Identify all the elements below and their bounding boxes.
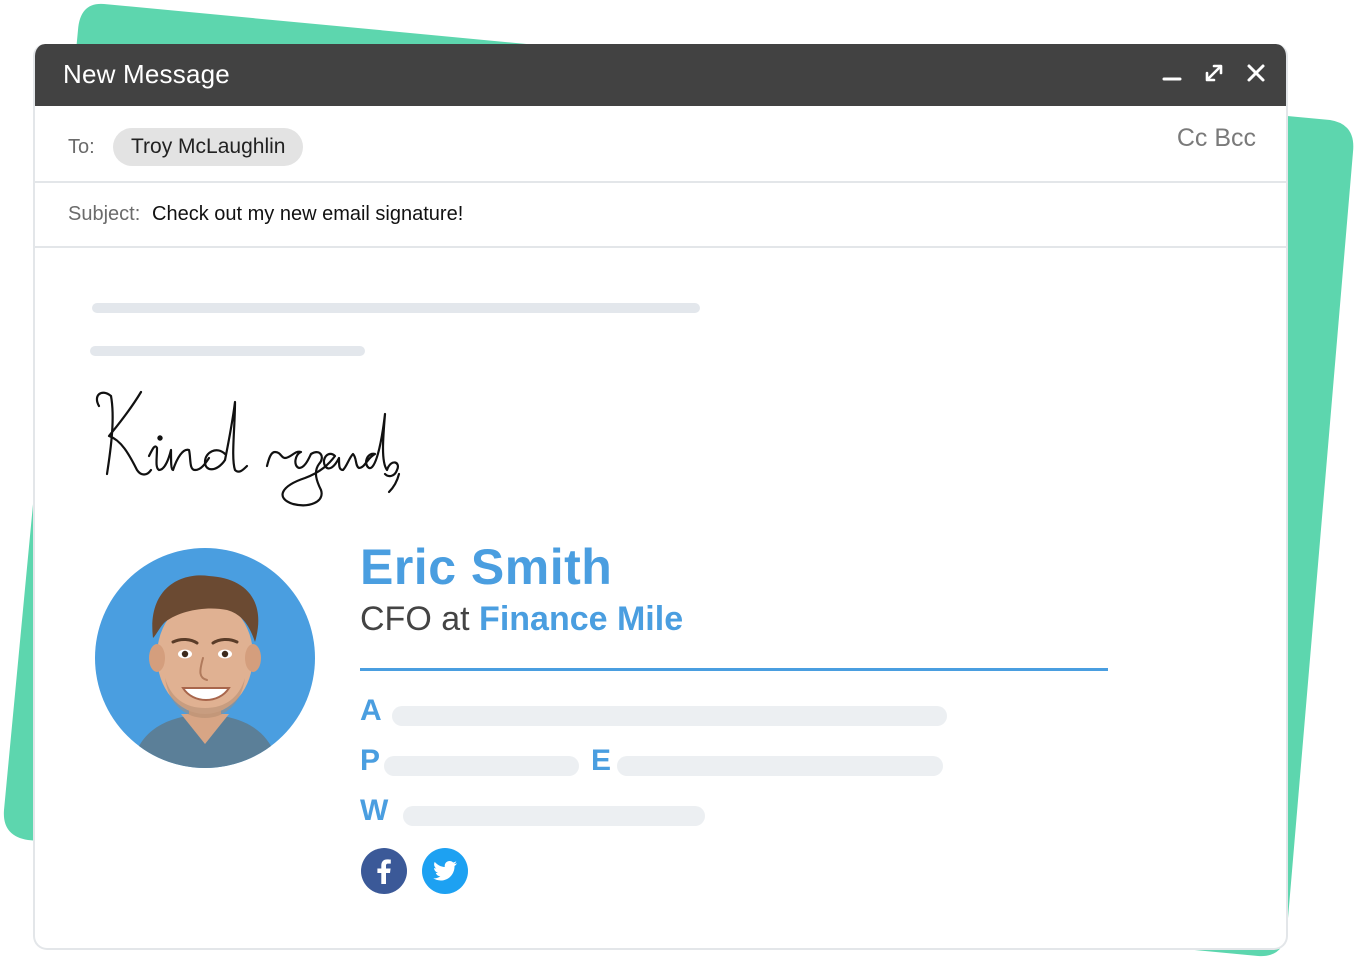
minimize-icon[interactable] (1157, 58, 1187, 88)
handwritten-closing (95, 390, 401, 507)
to-label: To: (68, 136, 95, 158)
email-placeholder (617, 756, 943, 776)
signature-divider (360, 668, 1108, 671)
message-body[interactable]: Eric Smith CFO at Finance Mile A P E W (35, 248, 1286, 948)
stage: New Message To: Troy McLaughlin Cc Bcc S… (0, 0, 1356, 962)
subject-label: Subject: (68, 203, 141, 225)
subject-field[interactable]: Check out my new email signature! (152, 203, 463, 226)
to-row: To: Troy McLaughlin Cc Bcc (35, 106, 1286, 183)
cc-bcc-button[interactable]: Cc Bcc (1177, 124, 1256, 153)
signature-role: CFO (360, 600, 432, 638)
phone-label: P (360, 744, 381, 777)
facebook-icon[interactable] (361, 848, 407, 894)
signature-name: Eric Smith (360, 539, 613, 595)
website-placeholder (403, 806, 705, 826)
close-icon[interactable] (1241, 58, 1271, 88)
avatar (95, 548, 315, 768)
signature-company: Finance Mile (479, 600, 684, 638)
body-text-placeholder-line (90, 346, 365, 356)
compose-window: New Message To: Troy McLaughlin Cc Bcc S… (33, 44, 1288, 950)
title-bar: New Message (35, 44, 1286, 106)
body-text-placeholder-line (92, 303, 700, 313)
address-placeholder (392, 706, 947, 726)
expand-icon[interactable] (1199, 58, 1229, 88)
website-label: W (360, 794, 389, 827)
recipient-chip[interactable]: Troy McLaughlin (113, 128, 304, 166)
twitter-icon[interactable] (422, 848, 468, 894)
subject-row[interactable]: Subject: Check out my new email signatur… (35, 183, 1286, 248)
email-label: E (591, 744, 612, 777)
address-label: A (360, 694, 382, 727)
window-title: New Message (63, 59, 230, 89)
signature-at: at (441, 600, 470, 638)
phone-placeholder (384, 756, 579, 776)
signature-role-line: CFO at Finance Mile (360, 600, 683, 639)
